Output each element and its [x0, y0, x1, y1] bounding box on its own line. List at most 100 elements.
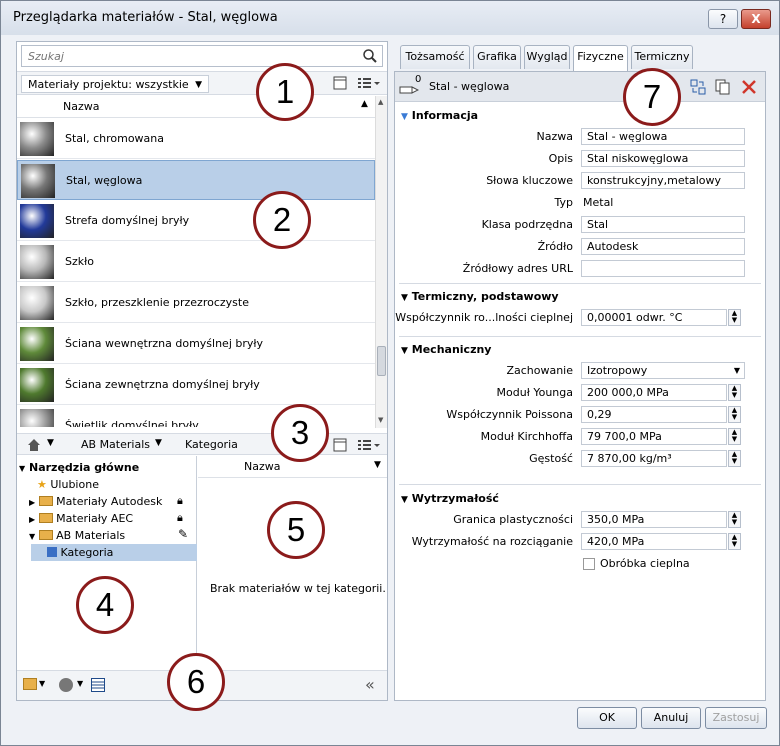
- heat-treatment-checkbox[interactable]: [583, 558, 595, 570]
- editor-icon[interactable]: [91, 678, 105, 692]
- library-filter-dropdown[interactable]: Materiały projektu: wszystkie ▼: [21, 75, 209, 93]
- tree-item-favorites[interactable]: ★ Ulubione: [37, 476, 99, 493]
- mechanical-section-header[interactable]: ▼ Mechaniczny: [401, 343, 491, 356]
- scroll-up-icon[interactable]: ▲: [378, 98, 383, 106]
- spinner-icon[interactable]: ▲ ▼: [728, 309, 741, 326]
- list-item[interactable]: Szkło: [17, 242, 375, 282]
- tree-item-kategoria[interactable]: Kategoria: [31, 544, 197, 561]
- material-editor-pane: Tożsamość Grafika Wygląd Fizyczne Termic…: [394, 41, 766, 701]
- view-options-icon[interactable]: [357, 76, 381, 90]
- replace-asset-icon[interactable]: [690, 79, 706, 95]
- list-item[interactable]: Stal, węglowa: [17, 160, 375, 200]
- tree-item-autodesk[interactable]: ▶ Materiały Autodesk: [29, 493, 162, 510]
- name-field[interactable]: Stal - węglowa: [581, 128, 745, 145]
- tree-item-ab-materials[interactable]: ▼ AB Materials: [29, 527, 125, 544]
- search-icon[interactable]: [362, 48, 378, 64]
- collapse-icon[interactable]: ▼: [401, 495, 408, 505]
- delete-asset-icon[interactable]: [741, 79, 757, 95]
- spinner-icon[interactable]: ▲ ▼: [728, 428, 741, 445]
- panel-layout-icon[interactable]: [333, 438, 347, 452]
- apply-button[interactable]: Zastosuj: [705, 707, 767, 729]
- collapse-panel-icon[interactable]: «: [365, 675, 375, 694]
- list-item[interactable]: Strefa domyślnej bryły: [17, 201, 375, 241]
- behavior-select[interactable]: Izotropowy ▼: [581, 362, 745, 379]
- tab-identity[interactable]: Tożsamość: [400, 45, 470, 69]
- description-field[interactable]: Stal niskowęglowa: [581, 150, 745, 167]
- collapse-icon[interactable]: ▼: [401, 112, 408, 122]
- source-url-field[interactable]: [581, 260, 745, 277]
- material-thumbnail: [20, 409, 54, 427]
- field-label: Klasa podrzędna: [481, 218, 573, 231]
- tab-thermal[interactable]: Termiczny: [631, 45, 693, 69]
- strength-section-header[interactable]: ▼ Wytrzymałość: [401, 492, 499, 505]
- asset-usage-count: 0: [415, 74, 422, 85]
- collapse-icon[interactable]: ▼: [401, 346, 408, 356]
- callout-6: 6: [167, 653, 225, 711]
- chevron-down-icon[interactable]: ▼: [39, 679, 45, 688]
- cancel-button[interactable]: Anuluj: [641, 707, 701, 729]
- search-input[interactable]: [22, 46, 352, 66]
- tab-appearance[interactable]: Wygląd: [524, 45, 570, 69]
- tab-physical[interactable]: Fizyczne: [573, 45, 628, 71]
- edit-pencil-icon[interactable]: ✎: [178, 527, 188, 541]
- create-material-icon[interactable]: [59, 678, 73, 692]
- keywords-field[interactable]: konstrukcyjny,metalowy: [581, 172, 745, 189]
- expand-icon[interactable]: ▶: [29, 498, 35, 507]
- list-item-label: Stal, węglowa: [66, 174, 143, 187]
- spinner-icon[interactable]: ▲ ▼: [728, 406, 741, 423]
- list-item[interactable]: Ściana zewnętrzna domyślnej bryły: [17, 365, 375, 405]
- scrollbar-thumb[interactable]: [377, 346, 386, 376]
- folder-icon: [38, 513, 53, 523]
- chevron-down-icon[interactable]: ▼: [47, 438, 54, 448]
- tree-item-label: Ulubione: [50, 478, 99, 491]
- chevron-down-icon[interactable]: ▼: [155, 438, 162, 448]
- list-item[interactable]: Ściana wewnętrzna domyślnej bryły: [17, 324, 375, 364]
- shear-modulus-field[interactable]: 79 700,0 MPa: [581, 428, 727, 445]
- help-button[interactable]: ?: [708, 9, 738, 29]
- young-modulus-field[interactable]: 200 000,0 MPa: [581, 384, 727, 401]
- panel-layout-icon[interactable]: [333, 76, 347, 90]
- tree-root[interactable]: ▼ Narzędzia główne: [19, 459, 139, 476]
- callout-2: 2: [253, 191, 311, 249]
- close-button[interactable]: X: [741, 9, 771, 29]
- list-item[interactable]: Szkło, przeszklenie przezroczyste: [17, 283, 375, 323]
- yield-strength-field[interactable]: 350,0 MPa: [581, 511, 727, 528]
- source-field[interactable]: Autodesk: [581, 238, 745, 255]
- chevron-down-icon[interactable]: ▼: [77, 679, 83, 688]
- duplicate-asset-icon[interactable]: [715, 79, 731, 95]
- collapse-icon[interactable]: ▼: [29, 532, 35, 541]
- chevron-down-icon[interactable]: ▼: [374, 460, 381, 470]
- heat-treatment-label: Obróbka cieplna: [600, 557, 690, 570]
- list-scrollbar[interactable]: ▲ ▼: [375, 96, 387, 428]
- spinner-icon[interactable]: ▲ ▼: [728, 384, 741, 401]
- tab-graphics[interactable]: Grafika: [473, 45, 521, 69]
- collapse-icon[interactable]: ▼: [401, 293, 408, 303]
- scroll-down-icon[interactable]: ▼: [378, 416, 383, 424]
- section-title: Wytrzymałość: [411, 492, 499, 505]
- spinner-icon[interactable]: ▲ ▼: [728, 450, 741, 467]
- expand-icon[interactable]: ▼: [19, 464, 25, 473]
- thermal-expansion-field[interactable]: 0,00001 odwr. °C: [581, 309, 727, 326]
- search-box[interactable]: [21, 45, 383, 67]
- callout-4: 4: [76, 576, 134, 634]
- breadcrumb-ab-materials[interactable]: AB Materials: [81, 438, 150, 451]
- tree-item-aec[interactable]: ▶ Materiały AEC: [29, 510, 133, 527]
- home-icon[interactable]: [27, 438, 41, 452]
- info-section-header[interactable]: ▼ Informacja: [401, 109, 478, 122]
- density-field[interactable]: 7 870,00 kg/m³: [581, 450, 727, 467]
- tree-item-label: Materiały Autodesk: [56, 495, 163, 508]
- thermal-section-header[interactable]: ▼ Termiczny, podstawowy: [401, 290, 559, 303]
- poisson-ratio-field[interactable]: 0,29: [581, 406, 727, 423]
- expand-icon[interactable]: ▶: [29, 515, 35, 524]
- list-column-header[interactable]: Nazwa ▲: [17, 96, 375, 118]
- section-divider: [399, 336, 761, 337]
- spinner-icon[interactable]: ▲ ▼: [728, 533, 741, 550]
- subclass-field[interactable]: Stal: [581, 216, 745, 233]
- spinner-icon[interactable]: ▲ ▼: [728, 511, 741, 528]
- breadcrumb-kategoria[interactable]: Kategoria: [185, 438, 238, 451]
- library-folder-icon[interactable]: [23, 678, 37, 690]
- ok-button[interactable]: OK: [577, 707, 637, 729]
- list-item[interactable]: Stal, chromowana: [17, 119, 375, 159]
- view-options-icon[interactable]: [357, 438, 381, 452]
- tensile-strength-field[interactable]: 420,0 MPa: [581, 533, 727, 550]
